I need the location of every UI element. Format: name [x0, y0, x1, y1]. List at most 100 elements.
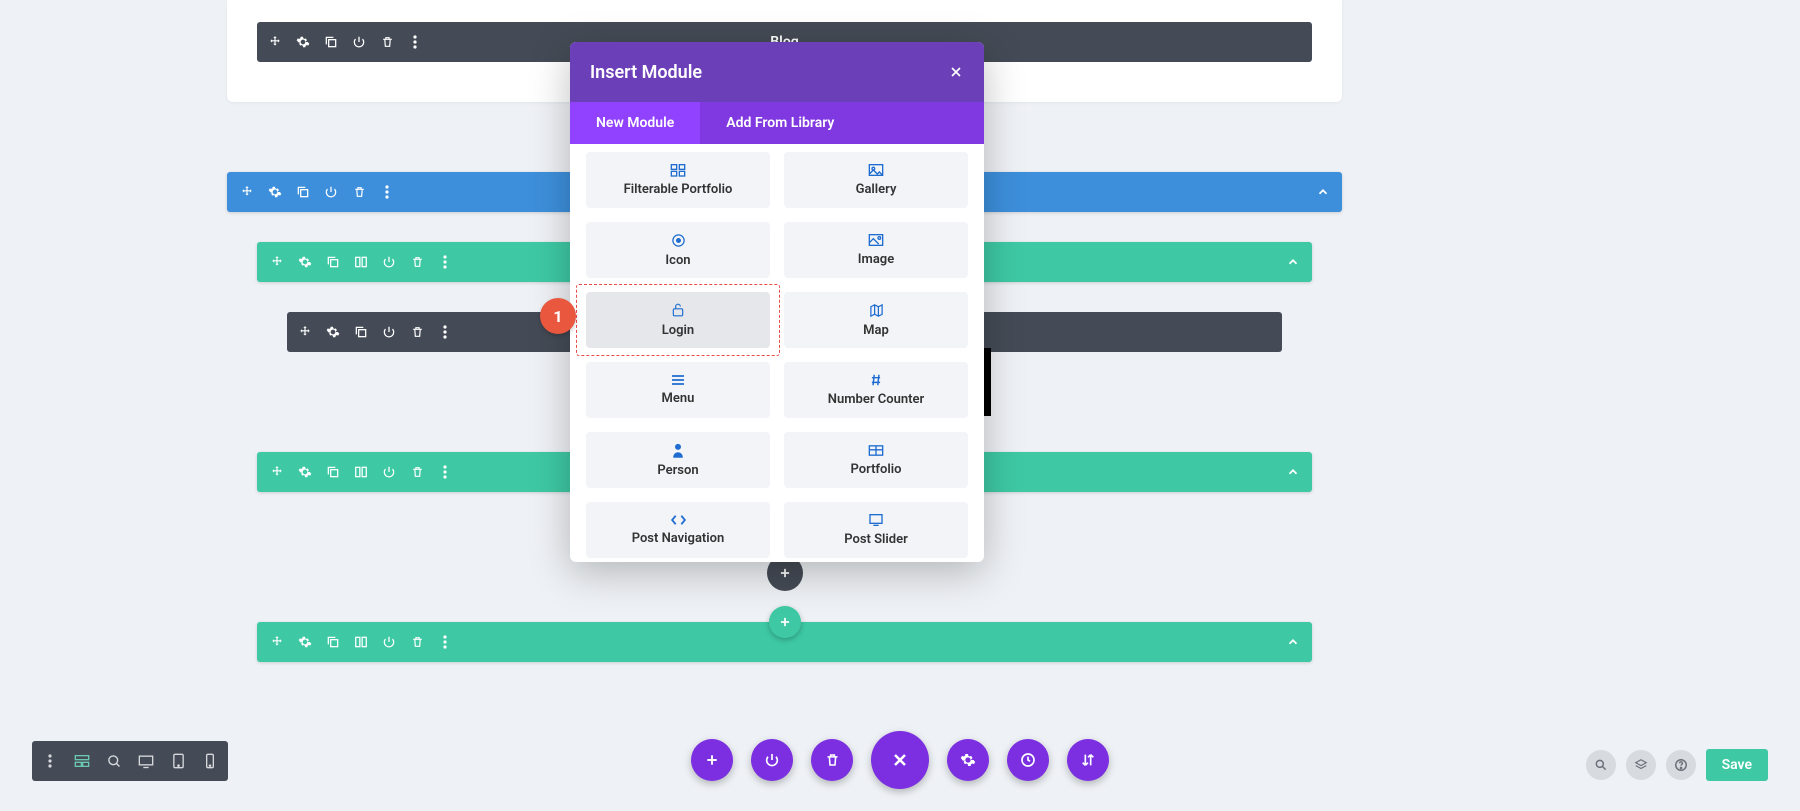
- duplicate-icon[interactable]: [325, 634, 341, 650]
- zoom-icon[interactable]: [106, 753, 122, 769]
- more-icon[interactable]: [407, 34, 423, 50]
- move-icon[interactable]: [269, 464, 285, 480]
- collapse-icon[interactable]: [1286, 465, 1300, 479]
- dock-settings-button[interactable]: [947, 739, 989, 781]
- gear-icon[interactable]: [297, 464, 313, 480]
- search-button[interactable]: [1586, 750, 1616, 780]
- trash-icon[interactable]: [409, 254, 425, 270]
- module-option-image[interactable]: Image: [784, 222, 968, 278]
- more-icon[interactable]: [437, 254, 453, 270]
- map-icon: [869, 303, 884, 318]
- duplicate-icon[interactable]: [325, 464, 341, 480]
- desktop-view-icon[interactable]: [138, 753, 154, 769]
- collapse-icon[interactable]: [1316, 185, 1330, 199]
- row-toolbar-left: [269, 634, 453, 650]
- add-row-button[interactable]: [769, 606, 801, 638]
- duplicate-icon[interactable]: [353, 324, 369, 340]
- move-icon[interactable]: [297, 324, 313, 340]
- dock-sort-button[interactable]: [1067, 739, 1109, 781]
- module-option-person[interactable]: Person: [586, 432, 770, 488]
- module-option-post-navigation[interactable]: Post Navigation: [586, 502, 770, 558]
- more-icon[interactable]: [379, 184, 395, 200]
- tablet-view-icon[interactable]: [170, 753, 186, 769]
- callout-number: 1: [553, 307, 562, 326]
- modal-body: Filterable PortfolioGallery Icon Image Logi…: [570, 144, 984, 562]
- module-option-map[interactable]: Map: [784, 292, 968, 348]
- layers-button[interactable]: [1626, 750, 1656, 780]
- move-icon[interactable]: [239, 184, 255, 200]
- module-option-label: Icon: [665, 253, 690, 268]
- trash-icon[interactable]: [409, 324, 425, 340]
- gear-icon[interactable]: [267, 184, 283, 200]
- collapse-icon[interactable]: [1286, 255, 1300, 269]
- more-icon[interactable]: [437, 324, 453, 340]
- module-option-label: Number Counter: [828, 392, 924, 407]
- more-icon[interactable]: [437, 634, 453, 650]
- person-icon: [672, 443, 684, 458]
- table-icon: [868, 444, 884, 457]
- gear-icon[interactable]: [295, 34, 311, 50]
- more-icon[interactable]: [437, 464, 453, 480]
- power-icon[interactable]: [351, 34, 367, 50]
- close-icon[interactable]: [948, 64, 964, 80]
- wireframe-view-icon[interactable]: [74, 753, 90, 769]
- module-option-portfolio[interactable]: Portfolio: [784, 432, 968, 488]
- code-icon: [670, 514, 687, 526]
- builder-responsive-toolbar: [32, 741, 228, 781]
- power-icon[interactable]: [381, 464, 397, 480]
- lock-icon: [671, 302, 685, 318]
- trash-icon[interactable]: [351, 184, 367, 200]
- power-icon[interactable]: [381, 634, 397, 650]
- tab-add-from-library[interactable]: Add From Library: [700, 102, 860, 144]
- dock-power-button[interactable]: [751, 739, 793, 781]
- duplicate-icon[interactable]: [325, 254, 341, 270]
- module-option-icon[interactable]: Icon: [586, 222, 770, 278]
- trash-icon[interactable]: [409, 634, 425, 650]
- module-option-login[interactable]: Login: [586, 292, 770, 348]
- builder-right-controls: Save: [1586, 749, 1768, 781]
- duplicate-icon[interactable]: [295, 184, 311, 200]
- tab-new-module[interactable]: New Module: [570, 102, 700, 144]
- module-toolbar-left: [267, 34, 423, 50]
- move-icon[interactable]: [269, 634, 285, 650]
- columns-icon[interactable]: [353, 634, 369, 650]
- dock-history-button[interactable]: [1007, 739, 1049, 781]
- collapse-icon[interactable]: [1286, 635, 1300, 649]
- gear-icon[interactable]: [297, 634, 313, 650]
- module-option-menu[interactable]: Menu: [586, 362, 770, 418]
- module-option-label: Post Slider: [844, 532, 908, 547]
- move-icon[interactable]: [269, 254, 285, 270]
- image-icon: [868, 163, 884, 177]
- module-option-label: Image: [858, 252, 894, 267]
- gear-icon[interactable]: [325, 324, 341, 340]
- module-option-label: Map: [863, 323, 889, 338]
- module-option-label: Post Navigation: [632, 531, 725, 546]
- power-icon[interactable]: [381, 324, 397, 340]
- help-button[interactable]: [1666, 750, 1696, 780]
- duplicate-icon[interactable]: [323, 34, 339, 50]
- dock-add-button[interactable]: [691, 739, 733, 781]
- module-option-filterable-portfolio[interactable]: Filterable Portfolio: [586, 152, 770, 208]
- menu-icon: [670, 374, 686, 386]
- move-icon[interactable]: [267, 34, 283, 50]
- hash-icon: [869, 373, 883, 387]
- dock-close-button[interactable]: [871, 731, 929, 789]
- picture-icon: [868, 233, 884, 247]
- module-option-post-slider[interactable]: Post Slider: [784, 502, 968, 558]
- mobile-view-icon[interactable]: [202, 753, 218, 769]
- gear-icon[interactable]: [297, 254, 313, 270]
- trash-icon[interactable]: [379, 34, 395, 50]
- columns-icon[interactable]: [353, 464, 369, 480]
- save-button[interactable]: Save: [1706, 749, 1768, 781]
- dock-trash-button[interactable]: [811, 739, 853, 781]
- module-option-gallery[interactable]: Gallery: [784, 152, 968, 208]
- columns-icon[interactable]: [353, 254, 369, 270]
- power-icon[interactable]: [381, 254, 397, 270]
- module-option-number-counter[interactable]: Number Counter: [784, 362, 968, 418]
- more-icon[interactable]: [42, 753, 58, 769]
- power-icon[interactable]: [323, 184, 339, 200]
- module-toolbar-left: [297, 324, 453, 340]
- trash-icon[interactable]: [409, 464, 425, 480]
- row-toolbar-left: [269, 464, 453, 480]
- module-option-label: Menu: [662, 391, 695, 406]
